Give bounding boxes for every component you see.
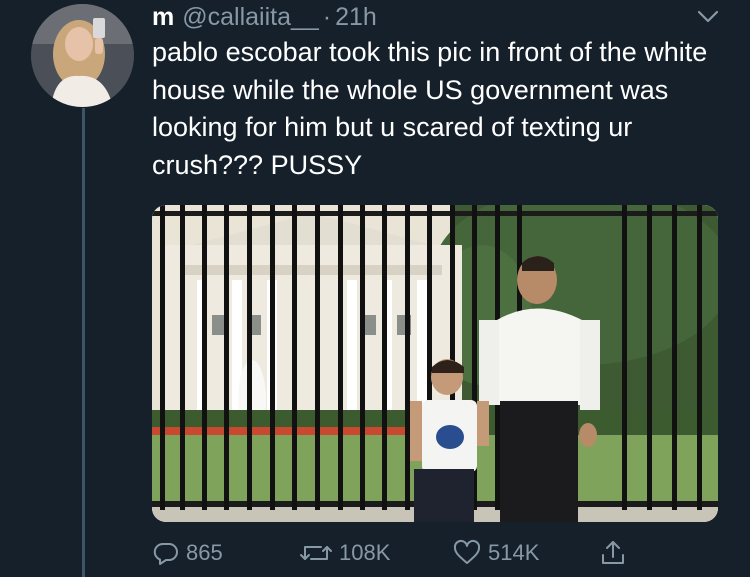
retweet-icon: [300, 546, 332, 560]
user-handle[interactable]: @callaiita__: [182, 3, 319, 32]
share-icon: [602, 541, 624, 564]
chevron-down-icon[interactable]: [694, 2, 722, 30]
avatar-photo: [31, 4, 134, 107]
reply-button[interactable]: 865: [152, 534, 223, 572]
heart-icon: [453, 539, 481, 564]
like-count: 514K: [488, 540, 540, 565]
thread-line: [82, 108, 85, 577]
tweet-actions: 865 108K 514K: [152, 534, 712, 572]
reply-count: 865: [186, 540, 223, 565]
share-button[interactable]: [598, 534, 634, 572]
avatar[interactable]: [31, 4, 134, 107]
retweet-count: 108K: [339, 540, 391, 565]
display-name[interactable]: m: [152, 3, 174, 32]
tweet-header: m @callaiita__ · 21h: [152, 0, 377, 34]
white-house-photo: [152, 205, 718, 522]
retweet-button[interactable]: 108K: [299, 534, 390, 572]
timestamp[interactable]: 21h: [335, 3, 377, 32]
reply-icon: [153, 542, 178, 565]
separator-dot: ·: [322, 2, 332, 31]
tweet-text: pablo escobar took this pic in front of …: [152, 37, 708, 180]
tweet-photo[interactable]: [152, 205, 718, 522]
like-button[interactable]: 514K: [452, 534, 539, 572]
